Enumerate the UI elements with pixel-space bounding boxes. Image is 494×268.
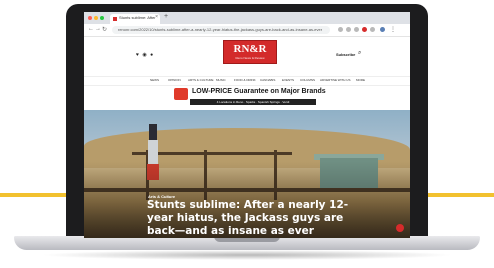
logo-text: RN&R bbox=[233, 43, 267, 55]
nav-item-columns[interactable]: COLUMNS bbox=[300, 78, 315, 82]
ad-banner[interactable]: LOW-PRICE Guarantee on Major Brands 4 Lo… bbox=[172, 87, 326, 107]
menu-icon[interactable]: ⋮ bbox=[390, 26, 396, 33]
logo-tagline: Reno News & Review bbox=[235, 56, 265, 60]
nav-item-events[interactable]: EVENTS bbox=[282, 78, 294, 82]
site-logo[interactable]: RN&R Reno News & Review bbox=[223, 40, 277, 64]
new-tab-icon[interactable]: + bbox=[164, 13, 168, 20]
laptop-shadow bbox=[40, 250, 454, 260]
profile-avatar[interactable] bbox=[380, 27, 385, 32]
site-header: ♥ ◉ ● RN&R Reno News & Review Subscribe … bbox=[84, 37, 410, 75]
minimize-window-icon[interactable] bbox=[94, 16, 98, 20]
favicon-icon bbox=[113, 17, 117, 21]
maximize-window-icon[interactable] bbox=[100, 16, 104, 20]
yellow-rule-right bbox=[426, 193, 494, 197]
subscribe-link[interactable]: Subscribe bbox=[336, 52, 355, 57]
site-nav: NEWS OPINION ARTS & CULTURE MUSIC FOOD &… bbox=[84, 76, 410, 86]
address-bar: ← → ↻ renonr.com/2022/10/stunts-sublime-… bbox=[84, 24, 410, 37]
close-window-icon[interactable] bbox=[88, 16, 92, 20]
url-text: renonr.com/2022/10/stunts-sublime-after-… bbox=[118, 27, 323, 32]
search-icon[interactable]: ⌕ bbox=[358, 50, 361, 57]
badge-icon[interactable] bbox=[396, 224, 404, 232]
url-field[interactable]: renonr.com/2022/10/stunts-sublime-after-… bbox=[112, 26, 330, 34]
extension-icon[interactable] bbox=[354, 27, 359, 32]
browser-tabbar: Stunts sublime: After a nearly 12- × + bbox=[84, 12, 410, 24]
article-headline[interactable]: Stunts sublime: After a nearly 12-year h… bbox=[147, 199, 361, 238]
ad-logo-icon bbox=[174, 88, 188, 100]
nav-item-news[interactable]: NEWS bbox=[150, 78, 159, 82]
extension-icon[interactable] bbox=[346, 27, 351, 32]
back-icon[interactable]: ← bbox=[88, 26, 94, 32]
browser-tab[interactable]: Stunts sublime: After a nearly 12- × bbox=[110, 14, 160, 24]
nav-item-arts[interactable]: ARTS & CULTURE bbox=[188, 78, 214, 82]
nav-item-cannabis[interactable]: CANNABIS bbox=[260, 78, 275, 82]
ad-headline: LOW-PRICE Guarantee on Major Brands bbox=[192, 88, 326, 95]
extension-icon[interactable] bbox=[362, 27, 367, 32]
nav-item-more[interactable]: MORE bbox=[356, 78, 365, 82]
nav-item-opinion[interactable]: OPINION bbox=[168, 78, 181, 82]
reload-icon[interactable]: ↻ bbox=[102, 26, 107, 33]
forward-icon[interactable]: → bbox=[95, 26, 101, 32]
nav-item-music[interactable]: MUSIC bbox=[216, 78, 226, 82]
laptop-screen: Stunts sublime: After a nearly 12- × + ←… bbox=[84, 12, 410, 238]
ad-subline: 4 Locations in Reno · Sparks · Spanish S… bbox=[190, 99, 316, 105]
hero-image[interactable]: Arts & Culture Stunts sublime: After a n… bbox=[84, 110, 410, 238]
social-icons[interactable]: ♥ ◉ ● bbox=[136, 52, 154, 58]
extension-icon[interactable] bbox=[370, 27, 375, 32]
close-tab-icon[interactable]: × bbox=[155, 14, 158, 20]
extension-icon[interactable] bbox=[338, 27, 343, 32]
nav-item-food[interactable]: FOOD & DRINK bbox=[234, 78, 256, 82]
nav-item-advertise[interactable]: ADVERTISE WITH US bbox=[320, 78, 350, 82]
tab-title: Stunts sublime: After a nearly 12- bbox=[119, 15, 155, 20]
